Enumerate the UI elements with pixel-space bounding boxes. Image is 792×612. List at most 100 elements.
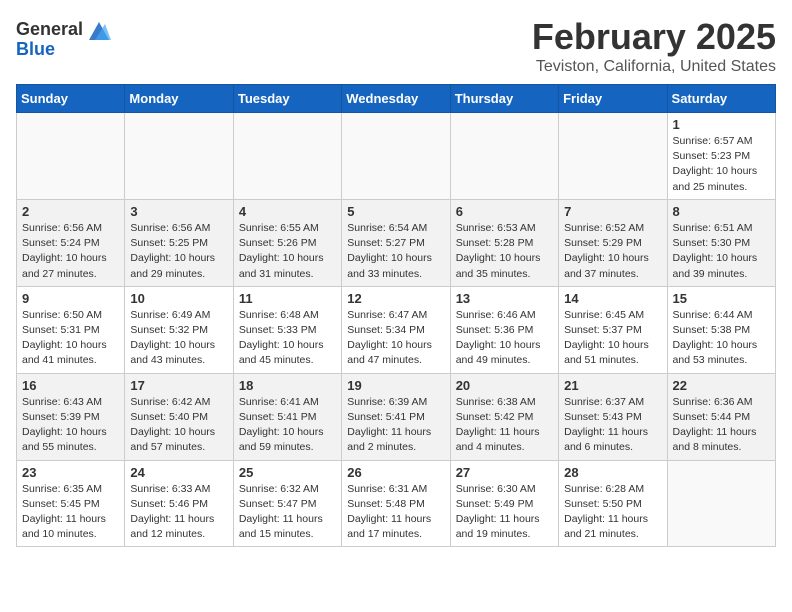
table-row: 17 Sunrise: 6:42 AM Sunset: 5:40 PM Dayli…: [125, 373, 233, 460]
day-number: 13: [456, 291, 553, 306]
day-info: Sunrise: 6:56 AM Sunset: 5:24 PM Dayligh…: [22, 221, 119, 282]
table-row: 22 Sunrise: 6:36 AM Sunset: 5:44 PM Dayli…: [667, 373, 775, 460]
logo-general-text: General: [16, 20, 83, 40]
day-number: 26: [347, 465, 444, 480]
table-row: [559, 113, 667, 200]
table-row: 11Sunrise: 6:48 AM Sunset: 5:33 PM Dayli…: [233, 286, 341, 373]
table-row: 19 Sunrise: 6:39 AM Sunset: 5:41 PM Dayli…: [342, 373, 450, 460]
table-row: 27Sunrise: 6:30 AM Sunset: 5:49 PM Dayli…: [450, 460, 558, 547]
table-row: [450, 113, 558, 200]
calendar-week-row: 2 Sunrise: 6:56 AM Sunset: 5:24 PM Daylig…: [17, 199, 776, 286]
table-row: 21Sunrise: 6:37 AM Sunset: 5:43 PM Dayli…: [559, 373, 667, 460]
table-row: 2 Sunrise: 6:56 AM Sunset: 5:24 PM Daylig…: [17, 199, 125, 286]
table-row: 6 Sunrise: 6:53 AM Sunset: 5:28 PM Daylig…: [450, 199, 558, 286]
table-row: 7 Sunrise: 6:52 AM Sunset: 5:29 PM Daylig…: [559, 199, 667, 286]
calendar-week-row: 9Sunrise: 6:50 AM Sunset: 5:31 PM Daylig…: [17, 286, 776, 373]
day-info: Sunrise: 6:46 AM Sunset: 5:36 PM Dayligh…: [456, 308, 553, 369]
day-number: 17: [130, 378, 227, 393]
day-info: Sunrise: 6:57 AM Sunset: 5:23 PM Dayligh…: [673, 134, 770, 195]
day-info: Sunrise: 6:33 AM Sunset: 5:46 PM Dayligh…: [130, 482, 227, 543]
table-row: 3 Sunrise: 6:56 AM Sunset: 5:25 PM Daylig…: [125, 199, 233, 286]
logo-blue-text: Blue: [16, 40, 113, 60]
table-row: 18 Sunrise: 6:41 AM Sunset: 5:41 PM Dayli…: [233, 373, 341, 460]
table-row: 13 Sunrise: 6:46 AM Sunset: 5:36 PM Dayli…: [450, 286, 558, 373]
table-row: [17, 113, 125, 200]
table-row: 10 Sunrise: 6:49 AM Sunset: 5:32 PM Dayli…: [125, 286, 233, 373]
table-row: 20 Sunrise: 6:38 AM Sunset: 5:42 PM Dayli…: [450, 373, 558, 460]
day-number: 8: [673, 204, 770, 219]
day-info: Sunrise: 6:56 AM Sunset: 5:25 PM Dayligh…: [130, 221, 227, 282]
table-row: 1Sunrise: 6:57 AM Sunset: 5:23 PM Daylig…: [667, 113, 775, 200]
table-row: 8 Sunrise: 6:51 AM Sunset: 5:30 PM Daylig…: [667, 199, 775, 286]
logo: General Blue: [16, 16, 113, 60]
day-info: Sunrise: 6:47 AM Sunset: 5:34 PM Dayligh…: [347, 308, 444, 369]
day-number: 28: [564, 465, 661, 480]
day-number: 19: [347, 378, 444, 393]
table-row: 16Sunrise: 6:43 AM Sunset: 5:39 PM Dayli…: [17, 373, 125, 460]
calendar-week-row: 16Sunrise: 6:43 AM Sunset: 5:39 PM Dayli…: [17, 373, 776, 460]
day-number: 20: [456, 378, 553, 393]
header: General Blue February 2025 Teviston, Cal…: [16, 16, 776, 76]
day-info: Sunrise: 6:44 AM Sunset: 5:38 PM Dayligh…: [673, 308, 770, 369]
day-number: 18: [239, 378, 336, 393]
table-row: 14Sunrise: 6:45 AM Sunset: 5:37 PM Dayli…: [559, 286, 667, 373]
day-number: 2: [22, 204, 119, 219]
day-info: Sunrise: 6:32 AM Sunset: 5:47 PM Dayligh…: [239, 482, 336, 543]
table-row: 23 Sunrise: 6:35 AM Sunset: 5:45 PM Dayli…: [17, 460, 125, 547]
day-number: 3: [130, 204, 227, 219]
table-row: [342, 113, 450, 200]
calendar-week-row: 23 Sunrise: 6:35 AM Sunset: 5:45 PM Dayli…: [17, 460, 776, 547]
table-row: 9Sunrise: 6:50 AM Sunset: 5:31 PM Daylig…: [17, 286, 125, 373]
day-number: 6: [456, 204, 553, 219]
col-thursday: Thursday: [450, 85, 558, 113]
day-number: 12: [347, 291, 444, 306]
title-area: February 2025 Teviston, California, Unit…: [532, 16, 776, 76]
day-info: Sunrise: 6:35 AM Sunset: 5:45 PM Dayligh…: [22, 482, 119, 543]
col-wednesday: Wednesday: [342, 85, 450, 113]
day-info: Sunrise: 6:36 AM Sunset: 5:44 PM Dayligh…: [673, 395, 770, 456]
col-saturday: Saturday: [667, 85, 775, 113]
day-info: Sunrise: 6:49 AM Sunset: 5:32 PM Dayligh…: [130, 308, 227, 369]
calendar-week-row: 1Sunrise: 6:57 AM Sunset: 5:23 PM Daylig…: [17, 113, 776, 200]
day-number: 4: [239, 204, 336, 219]
day-info: Sunrise: 6:50 AM Sunset: 5:31 PM Dayligh…: [22, 308, 119, 369]
col-tuesday: Tuesday: [233, 85, 341, 113]
day-number: 5: [347, 204, 444, 219]
day-info: Sunrise: 6:28 AM Sunset: 5:50 PM Dayligh…: [564, 482, 661, 543]
day-info: Sunrise: 6:52 AM Sunset: 5:29 PM Dayligh…: [564, 221, 661, 282]
calendar: Sunday Monday Tuesday Wednesday Thursday…: [16, 84, 776, 547]
col-monday: Monday: [125, 85, 233, 113]
day-number: 24: [130, 465, 227, 480]
day-info: Sunrise: 6:53 AM Sunset: 5:28 PM Dayligh…: [456, 221, 553, 282]
day-info: Sunrise: 6:54 AM Sunset: 5:27 PM Dayligh…: [347, 221, 444, 282]
day-info: Sunrise: 6:51 AM Sunset: 5:30 PM Dayligh…: [673, 221, 770, 282]
table-row: [667, 460, 775, 547]
day-info: Sunrise: 6:39 AM Sunset: 5:41 PM Dayligh…: [347, 395, 444, 456]
table-row: [125, 113, 233, 200]
month-title: February 2025: [532, 16, 776, 58]
day-info: Sunrise: 6:30 AM Sunset: 5:49 PM Dayligh…: [456, 482, 553, 543]
day-number: 25: [239, 465, 336, 480]
day-number: 7: [564, 204, 661, 219]
table-row: [233, 113, 341, 200]
day-info: Sunrise: 6:31 AM Sunset: 5:48 PM Dayligh…: [347, 482, 444, 543]
day-info: Sunrise: 6:42 AM Sunset: 5:40 PM Dayligh…: [130, 395, 227, 456]
table-row: 26 Sunrise: 6:31 AM Sunset: 5:48 PM Dayli…: [342, 460, 450, 547]
day-info: Sunrise: 6:41 AM Sunset: 5:41 PM Dayligh…: [239, 395, 336, 456]
day-info: Sunrise: 6:48 AM Sunset: 5:33 PM Dayligh…: [239, 308, 336, 369]
table-row: 24 Sunrise: 6:33 AM Sunset: 5:46 PM Dayli…: [125, 460, 233, 547]
calendar-header-row: Sunday Monday Tuesday Wednesday Thursday…: [17, 85, 776, 113]
col-sunday: Sunday: [17, 85, 125, 113]
table-row: 25 Sunrise: 6:32 AM Sunset: 5:47 PM Dayli…: [233, 460, 341, 547]
day-number: 21: [564, 378, 661, 393]
day-number: 16: [22, 378, 119, 393]
day-number: 10: [130, 291, 227, 306]
day-info: Sunrise: 6:38 AM Sunset: 5:42 PM Dayligh…: [456, 395, 553, 456]
table-row: 15Sunrise: 6:44 AM Sunset: 5:38 PM Dayli…: [667, 286, 775, 373]
table-row: 5 Sunrise: 6:54 AM Sunset: 5:27 PM Daylig…: [342, 199, 450, 286]
day-number: 23: [22, 465, 119, 480]
table-row: 4 Sunrise: 6:55 AM Sunset: 5:26 PM Daylig…: [233, 199, 341, 286]
day-info: Sunrise: 6:55 AM Sunset: 5:26 PM Dayligh…: [239, 221, 336, 282]
location-title: Teviston, California, United States: [532, 58, 776, 76]
day-number: 22: [673, 378, 770, 393]
